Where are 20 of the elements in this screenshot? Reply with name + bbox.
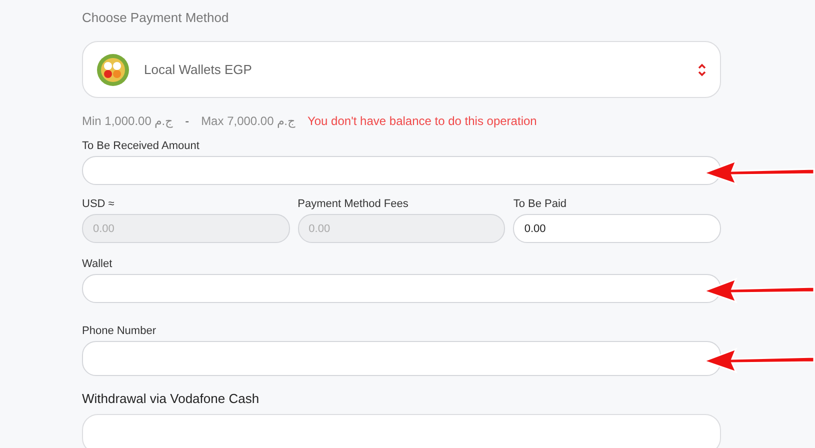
withdrawal-title: Withdrawal via Vodafone Cash: [82, 390, 260, 407]
min-limit: Min 1,000.00 ج.م: [82, 113, 174, 129]
error-message: You don't have balance to do this operation: [307, 113, 537, 129]
input-field[interactable]: [82, 341, 721, 376]
input-field[interactable]: [82, 274, 721, 303]
field-label: To Be Received Amount: [82, 139, 200, 153]
section-title: Choose Payment Method: [82, 9, 230, 26]
field-label: Phone Number: [82, 324, 157, 338]
wallet-logo-icon: [96, 52, 130, 86]
input-field[interactable]: [82, 156, 721, 185]
field-label: USD ≈: [82, 197, 116, 211]
field-label: Wallet: [82, 257, 114, 271]
input-field[interactable]: 0.00: [513, 214, 721, 243]
chevron-updown-icon: [697, 62, 707, 78]
max-limit: Max 7,000.00 ج.م: [201, 113, 296, 129]
select-value: Local Wallets EGP: [144, 60, 253, 79]
field-label: To Be Paid: [513, 197, 568, 211]
field-label: Payment Method Fees: [298, 197, 410, 211]
separator: -: [185, 113, 190, 129]
payment-method-select[interactable]: Local Wallets EGP: [82, 41, 721, 98]
